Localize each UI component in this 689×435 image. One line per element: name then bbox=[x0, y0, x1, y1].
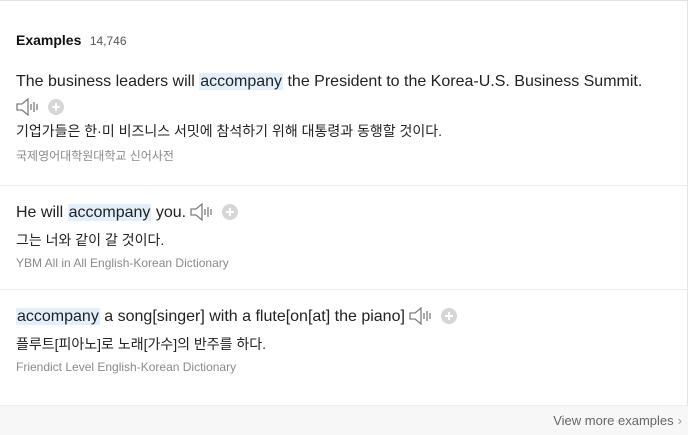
example-source[interactable]: YBM All in All English-Korean Dictionary bbox=[16, 256, 684, 270]
add-icon[interactable] bbox=[222, 204, 239, 220]
examples-panel: Examples 14,746 The business leaders wil… bbox=[0, 0, 688, 435]
example-actions bbox=[16, 97, 684, 121]
example-korean: 그는 너와 같이 갈 것이다. bbox=[16, 232, 165, 248]
example-item-2: He will accompany you. 그는 너와 같이 갈 것이다. Y… bbox=[16, 202, 684, 270]
divider bbox=[0, 185, 688, 186]
example-item-3: accompany a song[singer] with a flute[on… bbox=[16, 306, 684, 374]
example-item-1: The business leaders will accompany the … bbox=[16, 72, 684, 164]
example-source[interactable]: Friendict Level English-Korean Dictionar… bbox=[16, 360, 684, 374]
example-highlight[interactable]: accompany bbox=[199, 73, 284, 90]
examples-footer: View more examples › bbox=[0, 405, 688, 435]
example-english: The business leaders will accompany the … bbox=[16, 72, 684, 92]
chevron-right-icon: › bbox=[677, 413, 682, 428]
example-english: accompany a song[singer] with a flute[on… bbox=[16, 306, 684, 331]
add-icon[interactable] bbox=[440, 308, 457, 324]
example-english-before: He will bbox=[16, 204, 68, 221]
add-icon[interactable] bbox=[48, 99, 64, 115]
view-more-label: View more examples bbox=[553, 413, 674, 428]
divider bbox=[0, 289, 688, 290]
example-english-after: a song[singer] with a flute[on[at] the p… bbox=[99, 308, 405, 325]
example-korean: 기업가들은 한·미 비즈니스 서밋에 참석하기 위해 대통령과 동행할 것이다. bbox=[16, 123, 443, 139]
example-highlight[interactable]: accompany bbox=[16, 308, 100, 325]
speaker-icon[interactable] bbox=[409, 306, 433, 331]
speaker-icon[interactable] bbox=[190, 202, 214, 227]
view-more-examples-link[interactable]: View more examples › bbox=[553, 413, 682, 428]
examples-count: 14,746 bbox=[89, 34, 127, 48]
examples-header: Examples 14,746 bbox=[16, 32, 127, 50]
example-source[interactable]: 국제영어대학원대학교 신어사전 bbox=[16, 147, 684, 164]
example-english-before: The business leaders will bbox=[16, 73, 200, 90]
example-english: He will accompany you. bbox=[16, 202, 684, 227]
examples-title: Examples bbox=[16, 32, 82, 48]
example-korean: 플루트[피아노]로 노래[가수]의 반주를 하다. bbox=[16, 336, 267, 352]
speaker-icon[interactable] bbox=[16, 97, 40, 121]
example-highlight[interactable]: accompany bbox=[67, 204, 152, 221]
example-english-after: the President to the Korea-U.S. Business… bbox=[283, 73, 643, 90]
example-english-after: you. bbox=[151, 204, 187, 221]
